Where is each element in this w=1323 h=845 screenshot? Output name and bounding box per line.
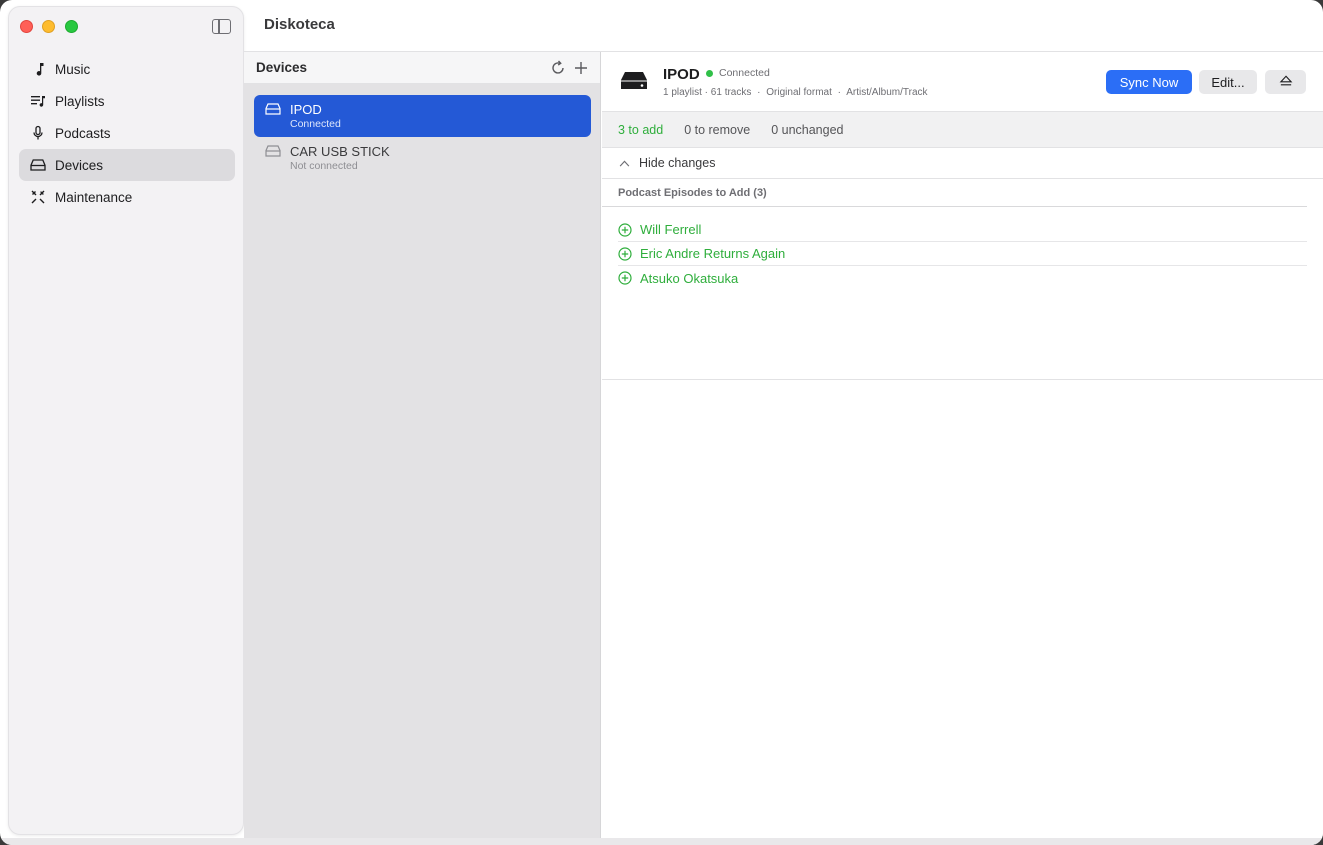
drive-icon [265, 103, 281, 115]
list-item: Eric Andre Returns Again [618, 242, 1307, 266]
add-circle-icon [618, 222, 632, 237]
playlist-icon [29, 92, 47, 110]
eject-button[interactable] [1265, 70, 1306, 94]
device-row-car-usb-stick[interactable]: CAR USB STICK Not connected [254, 137, 591, 179]
sidebar-item-devices[interactable]: Devices [19, 149, 235, 181]
devices-list-title: Devices [256, 60, 308, 75]
device-status: Connected [290, 118, 341, 130]
add-circle-icon [618, 246, 632, 261]
sidebar-item-label: Devices [55, 157, 104, 173]
sync-summary-bar: 3 to add 0 to remove 0 unchanged [602, 112, 1323, 148]
drive-icon [29, 156, 47, 174]
hide-changes-label: Hide changes [639, 156, 716, 170]
chevron-up-icon [619, 159, 630, 167]
summary-to-add: 3 to add [618, 122, 664, 137]
episode-list: Will Ferrell Eric Andre Returns Again At… [618, 218, 1307, 290]
device-detail-pane: IPOD Connected 1 playlist · 61 tracks · … [602, 52, 1323, 845]
device-status: Not connected [290, 160, 358, 172]
meta-separator: · [757, 87, 761, 98]
eject-icon [1279, 74, 1293, 90]
devices-list-column: Devices IPOD Connected CAR USB STICK Not… [244, 52, 601, 845]
device-row-ipod[interactable]: IPOD Connected [254, 95, 591, 137]
sidebar: Music Playlists Podcasts Devices Mainten… [8, 6, 244, 835]
close-window-button[interactable] [20, 20, 33, 33]
tools-icon [29, 188, 47, 206]
add-circle-icon [618, 271, 632, 285]
window-bottom-edge [0, 838, 1323, 845]
sidebar-item-playlists[interactable]: Playlists [19, 85, 235, 117]
section-divider [602, 206, 1307, 207]
sidebar-item-podcasts[interactable]: Podcasts [19, 117, 235, 149]
drive-icon [265, 145, 281, 157]
sync-now-button[interactable]: Sync Now [1106, 70, 1192, 94]
microphone-icon [29, 124, 47, 142]
refresh-icon[interactable] [550, 60, 566, 76]
device-title: IPOD [663, 66, 700, 83]
device-meta: 1 playlist · 61 tracks · Original format… [663, 87, 931, 98]
meta-counts: 1 playlist · 61 tracks [663, 87, 752, 98]
connection-status: Connected [719, 67, 770, 79]
sidebar-item-label: Maintenance [55, 189, 133, 205]
hide-changes-toggle[interactable]: Hide changes [602, 148, 1323, 179]
summary-to-remove: 0 to remove [684, 122, 751, 137]
connected-status-dot [706, 70, 713, 77]
devices-list-header: Devices [244, 52, 600, 84]
minimize-window-button[interactable] [42, 20, 55, 33]
episode-title: Atsuko Okatsuka [640, 270, 739, 286]
section-title: Podcast Episodes to Add (3) [618, 187, 767, 199]
sidebar-nav: Music Playlists Podcasts Devices Mainten… [19, 53, 235, 213]
sidebar-item-music[interactable]: Music [19, 53, 235, 85]
sidebar-item-maintenance[interactable]: Maintenance [19, 181, 235, 213]
external-drive-icon [620, 70, 648, 92]
music-note-icon [29, 60, 47, 78]
sidebar-toggle-icon[interactable] [212, 19, 231, 34]
sidebar-item-label: Music [55, 61, 91, 77]
changes-panel-divider [602, 379, 1323, 380]
episode-title: Will Ferrell [640, 222, 702, 237]
meta-separator: · [837, 87, 841, 98]
sidebar-item-label: Podcasts [55, 125, 111, 141]
add-device-button[interactable] [573, 60, 589, 76]
sidebar-item-label: Playlists [55, 93, 105, 109]
list-item: Will Ferrell [618, 218, 1307, 242]
episode-title: Eric Andre Returns Again [640, 246, 786, 261]
app-window: Music Playlists Podcasts Devices Mainten… [0, 0, 1323, 845]
list-item: Atsuko Okatsuka [618, 266, 1307, 290]
device-name: IPOD [290, 102, 322, 117]
meta-structure: Artist/Album/Track [846, 87, 928, 98]
summary-unchanged: 0 unchanged [771, 122, 844, 137]
device-detail-header: IPOD Connected 1 playlist · 61 tracks · … [602, 52, 1323, 112]
app-title: Diskoteca [264, 16, 335, 33]
meta-format: Original format [766, 87, 832, 98]
edit-button[interactable]: Edit... [1199, 70, 1257, 94]
zoom-window-button[interactable] [65, 20, 78, 33]
device-name: CAR USB STICK [290, 144, 390, 159]
